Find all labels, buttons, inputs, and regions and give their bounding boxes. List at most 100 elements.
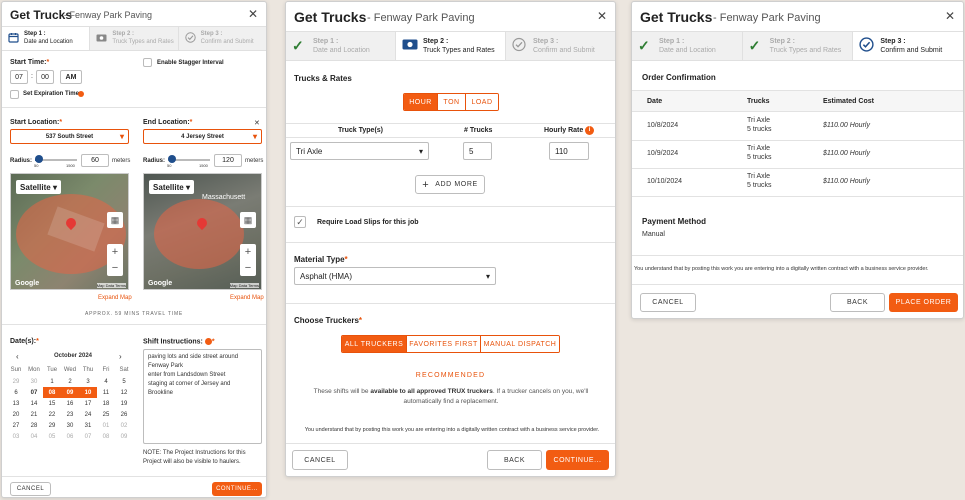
calendar-day[interactable]: 19 (115, 398, 133, 409)
cancel-button[interactable]: CANCEL (10, 482, 51, 496)
calendar-day[interactable]: 01 (97, 420, 115, 431)
calendar-day[interactable]: 09 (61, 387, 79, 398)
start-location-select[interactable]: 537 South Street (10, 129, 129, 144)
calendar-day[interactable]: 30 (25, 376, 43, 387)
place-order-button[interactable]: PLACE ORDER (889, 293, 958, 312)
end-location-map[interactable]: Massachusett Satellite ▾ ▦ + − Google Map… (143, 173, 262, 290)
continue-button[interactable]: CONTINUE... (212, 482, 262, 496)
info-icon[interactable] (78, 91, 84, 97)
calendar-day[interactable]: 29 (7, 376, 25, 387)
truck-count-input[interactable]: 5 (463, 142, 492, 160)
calendar-day[interactable]: 4 (97, 376, 115, 387)
calendar-day[interactable]: 1 (43, 376, 61, 387)
expand-map-link[interactable]: Expand Map (98, 295, 132, 301)
stagger-checkbox[interactable] (143, 58, 152, 67)
calendar-day[interactable]: 20 (7, 409, 25, 420)
rate-load-button[interactable]: LOAD (466, 94, 498, 110)
continue-button[interactable]: CONTINUE... (546, 450, 609, 470)
zoom-control[interactable]: + − (240, 244, 256, 276)
calendar-day[interactable]: 15 (43, 398, 61, 409)
calendar-day[interactable]: 30 (61, 420, 79, 431)
map-grid-icon[interactable]: ▦ (240, 212, 256, 228)
step-2[interactable]: Step 2 : Truck Types and Rates (396, 32, 506, 60)
calendar-day[interactable]: 16 (61, 398, 79, 409)
calendar-day[interactable]: 13 (7, 398, 25, 409)
expand-map-link[interactable]: Expand Map (230, 295, 264, 301)
calendar-day[interactable]: 5 (115, 376, 133, 387)
close-icon[interactable]: ✕ (597, 9, 607, 23)
calendar-day[interactable]: 07 (79, 431, 97, 442)
step-3[interactable]: Step 3 : Confirm and Submit (178, 27, 266, 50)
calendar-day[interactable]: 07 (25, 387, 43, 398)
calendar-day[interactable]: 06 (61, 431, 79, 442)
end-location-select[interactable]: 4 Jersey Street (143, 129, 262, 144)
calendar-day[interactable]: 21 (25, 409, 43, 420)
calendar-day[interactable]: 29 (43, 420, 61, 431)
map-type-select[interactable]: Satellite ▾ (149, 180, 194, 194)
end-radius-input[interactable]: 120 (214, 154, 242, 167)
calendar-day[interactable]: 6 (7, 387, 25, 398)
load-slips-checkbox[interactable]: ✓ (294, 216, 306, 228)
calendar-day[interactable]: 03 (7, 431, 25, 442)
calendar-day[interactable]: 17 (79, 398, 97, 409)
slider-handle[interactable] (168, 155, 176, 163)
step-1[interactable]: ✓ Step 1 : Date and Location (286, 32, 396, 60)
next-month-icon[interactable]: › (119, 352, 122, 361)
shift-instructions-textarea[interactable]: paving lots and side street around Fenwa… (143, 349, 262, 444)
calendar-day[interactable]: 2 (61, 376, 79, 387)
zoom-control[interactable]: + − (107, 244, 123, 276)
favorites-first-button[interactable]: FAVORITES FIRST (407, 336, 481, 352)
info-icon[interactable]: i (585, 126, 594, 135)
hourly-rate-input[interactable]: 110 (549, 142, 589, 160)
back-button[interactable]: BACK (830, 293, 885, 312)
calendar-day[interactable]: 08 (43, 387, 61, 398)
step-2[interactable]: ✓ Step 2 : Truck Types and Rates (742, 32, 854, 60)
slider-handle[interactable] (35, 155, 43, 163)
expiration-checkbox[interactable] (10, 90, 19, 99)
cancel-button[interactable]: CANCEL (640, 293, 696, 312)
calendar-day[interactable]: 10 (79, 387, 97, 398)
calendar-day[interactable]: 23 (61, 409, 79, 420)
calendar-day[interactable]: 14 (25, 398, 43, 409)
start-location-map[interactable]: Satellite ▾ ▦ + − Google Map Data Terms (10, 173, 129, 290)
calendar-day[interactable]: 26 (115, 409, 133, 420)
calendar-day[interactable]: 22 (43, 409, 61, 420)
calendar-day[interactable]: 11 (97, 387, 115, 398)
calendar-day[interactable]: 18 (97, 398, 115, 409)
info-icon[interactable] (204, 338, 212, 345)
calendar-day[interactable]: 31 (79, 420, 97, 431)
step-1[interactable]: ✓ Step 1 : Date and Location (632, 32, 743, 60)
map-type-select[interactable]: Satellite ▾ (16, 180, 61, 194)
step-3[interactable]: Step 3 : Confirm and Submit (853, 32, 963, 60)
step-3[interactable]: Step 3 : Confirm and Submit (506, 32, 615, 60)
start-radius-input[interactable]: 60 (81, 154, 109, 167)
material-type-select[interactable]: Asphalt (HMA) ▾ (294, 267, 496, 285)
calendar-day[interactable]: 09 (115, 431, 133, 442)
minute-select[interactable]: 00 (36, 70, 54, 84)
close-icon[interactable]: ✕ (945, 9, 955, 23)
prev-month-icon[interactable]: ‹ (16, 352, 19, 361)
clear-icon[interactable]: ✕ (254, 119, 260, 127)
cancel-button[interactable]: CANCEL (292, 450, 348, 470)
ampm-toggle[interactable]: AM (60, 70, 82, 84)
calendar-day[interactable]: 27 (7, 420, 25, 431)
hour-select[interactable]: 07 (10, 70, 28, 84)
calendar-day[interactable]: 04 (25, 431, 43, 442)
calendar-day[interactable]: 08 (97, 431, 115, 442)
rate-ton-button[interactable]: TON (438, 94, 466, 110)
calendar-day[interactable]: 05 (43, 431, 61, 442)
step-1[interactable]: Step 1 : Date and Location (2, 27, 91, 50)
calendar-day[interactable]: 02 (115, 420, 133, 431)
step-2[interactable]: Step 2 : Truck Types and Rates (90, 27, 179, 50)
calendar-day[interactable]: 28 (25, 420, 43, 431)
manual-dispatch-button[interactable]: MANUAL DISPATCH (481, 336, 559, 352)
back-button[interactable]: BACK (487, 450, 542, 470)
calendar-day[interactable]: 3 (79, 376, 97, 387)
add-more-button[interactable]: + ADD MORE (415, 175, 485, 194)
calendar-day[interactable]: 25 (97, 409, 115, 420)
calendar-day[interactable]: 24 (79, 409, 97, 420)
truck-type-select[interactable]: Tri Axle ▾ (290, 142, 429, 160)
close-icon[interactable]: ✕ (248, 7, 258, 21)
rate-hour-button[interactable]: HOUR (404, 94, 438, 110)
map-grid-icon[interactable]: ▦ (107, 212, 123, 228)
